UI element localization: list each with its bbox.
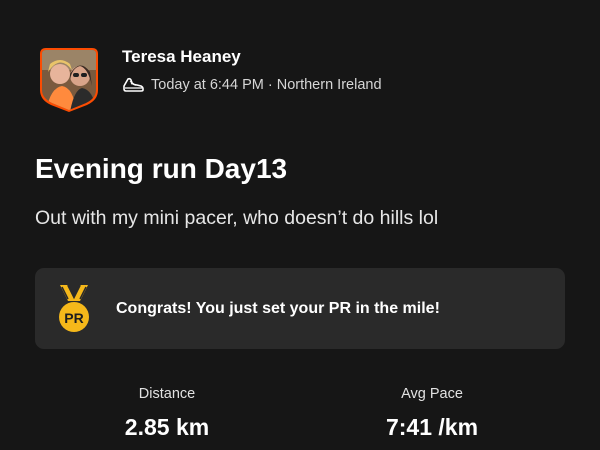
shoe-icon [122, 76, 144, 94]
activity-header: Teresa Heaney Today at 6:44 PM · Norther… [40, 46, 382, 112]
distance-value: 2.85 km [124, 414, 210, 440]
avg-pace-value: 7:41 /km [385, 414, 479, 440]
stat-avg-pace: Avg Pace 7:41 /km [332, 385, 532, 441]
pr-medal-icon: PR [59, 284, 89, 332]
avatar-photo [40, 48, 98, 112]
activity-title[interactable]: Evening run Day13 [35, 152, 287, 186]
user-name[interactable]: Teresa Heaney [122, 47, 382, 67]
activity-timestamp-location: Today at 6:44 PM · Northern Ireland [151, 77, 382, 93]
pr-badge-text: PR [64, 310, 83, 326]
achievement-text: Congrats! You just set your PR in the mi… [116, 299, 440, 317]
activity-meta: Today at 6:44 PM · Northern Ireland [122, 76, 382, 94]
activity-description: Out with my mini pacer, who doesn’t do h… [35, 207, 439, 229]
achievement-card[interactable]: PR Congrats! You just set your PR in the… [35, 268, 565, 349]
distance-label: Distance [138, 386, 196, 402]
user-info: Teresa Heaney Today at 6:44 PM · Norther… [122, 46, 382, 94]
activity-screen: Teresa Heaney Today at 6:44 PM · Norther… [0, 0, 600, 450]
stat-distance: Distance 2.85 km [67, 385, 267, 441]
avg-pace-label: Avg Pace [401, 386, 463, 402]
avatar[interactable] [40, 46, 98, 112]
